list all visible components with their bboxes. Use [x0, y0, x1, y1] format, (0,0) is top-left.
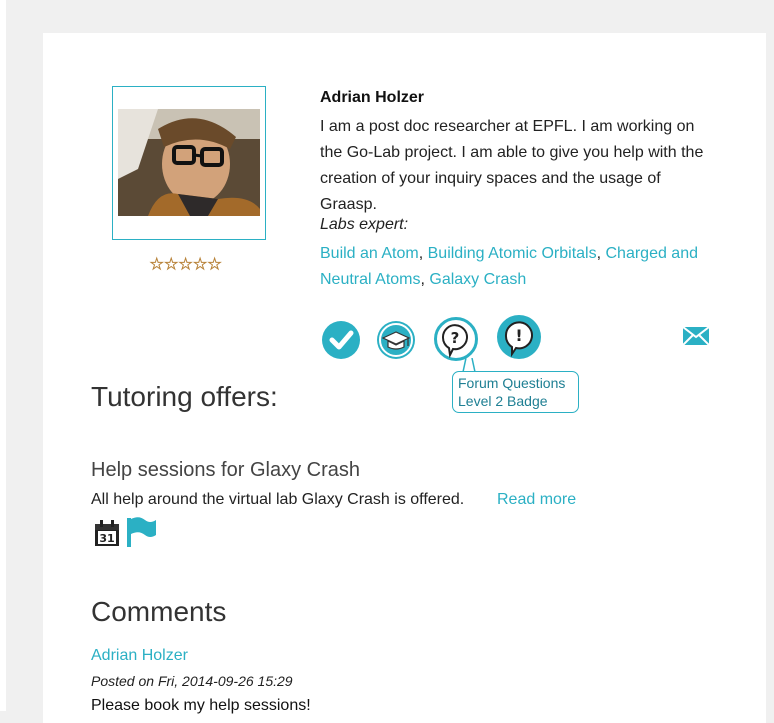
tooltip-line1: Forum Questions: [458, 375, 566, 391]
badge-tooltip: Forum Questions Level 2 Badge: [452, 371, 579, 413]
star-icon: ★: [164, 256, 179, 274]
star-icon: ★: [193, 256, 208, 274]
tooltip-pointer: [462, 358, 476, 372]
offer-description: All help around the virtual lab Glaxy Cr…: [91, 491, 465, 508]
lab-link[interactable]: Galaxy Crash: [429, 271, 526, 288]
lab-link[interactable]: Building Atomic Orbitals: [428, 245, 597, 262]
lab-separator: ,: [418, 245, 428, 262]
star-icon: ★: [207, 256, 223, 274]
tooltip-line2: Level 2 Badge: [458, 393, 548, 409]
svg-text:?: ?: [451, 329, 460, 347]
flag-icon[interactable]: [125, 516, 157, 548]
question-bubble-icon[interactable]: ?: [434, 317, 478, 361]
avatar-photo: [118, 109, 260, 216]
graduation-cap-icon[interactable]: [377, 321, 415, 359]
avatar[interactable]: [118, 109, 260, 216]
comment-meta: Posted on Fri, 2014-09-26 15:29: [91, 673, 293, 689]
page-margin: [0, 0, 6, 711]
comment-date: Fri, 2014-09-26 15:29: [157, 673, 293, 689]
star-icon: ★: [149, 256, 165, 274]
svg-text:!: !: [515, 326, 522, 345]
star-rating[interactable]: ★★★★★: [149, 256, 232, 274]
comment-body: Please book my help sessions!: [91, 697, 311, 714]
profile-name: Adrian Holzer: [320, 89, 425, 106]
tutoring-heading: Tutoring offers:: [91, 381, 278, 412]
read-more-link[interactable]: Read more: [497, 491, 576, 509]
checkmark-icon[interactable]: [322, 321, 360, 359]
labs-list: Build an Atom, Building Atomic Orbitals,…: [320, 241, 730, 293]
profile-bio: I am a post doc researcher at EPFL. I am…: [320, 118, 704, 213]
star-icon: ★: [178, 256, 194, 274]
labs-expert-label: Labs expert:: [320, 216, 409, 233]
lab-link[interactable]: Build an Atom: [320, 245, 419, 262]
comments-heading: Comments: [91, 596, 227, 627]
comment-author-link[interactable]: Adrian Holzer: [91, 647, 188, 665]
offer-title: Help sessions for Glaxy Crash: [91, 459, 360, 481]
calendar-icon[interactable]: 31: [93, 519, 121, 547]
mail-icon[interactable]: [682, 326, 710, 346]
calendar-day: 31: [99, 532, 114, 545]
exclamation-bubble-icon[interactable]: !: [497, 315, 541, 359]
comment-posted-prefix: Posted on: [91, 673, 158, 689]
